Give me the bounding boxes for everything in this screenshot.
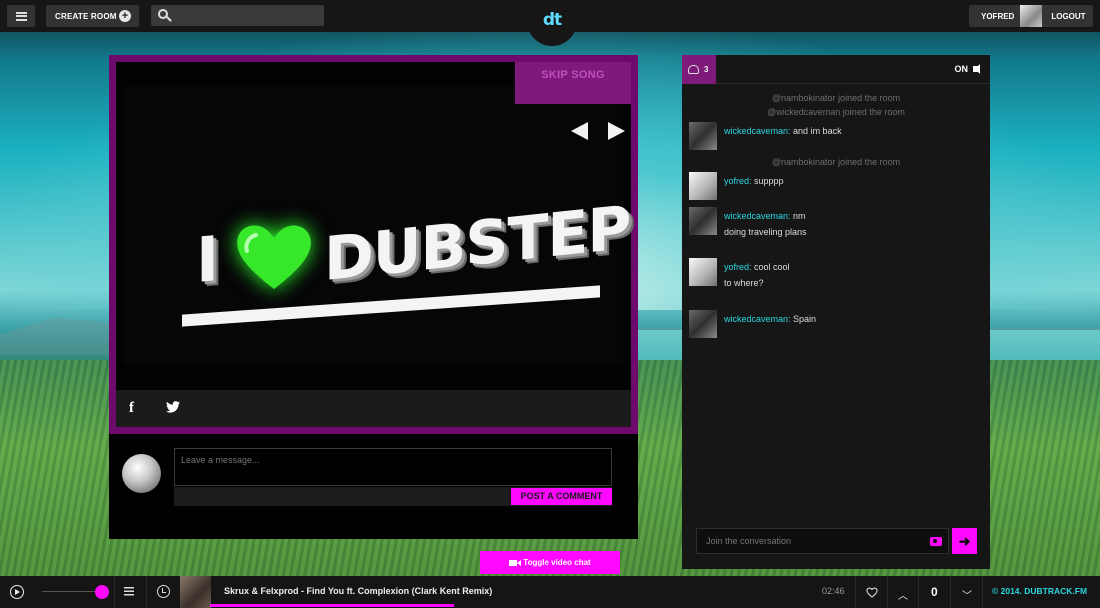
bottom-player-bar: Skrux & Felxprod - Find You ft. Complexi… [0,576,1100,608]
divider [950,576,951,608]
system-message: @nambokinator joined the room [771,93,901,103]
history-icon[interactable] [157,585,170,598]
video-text-i: I [196,221,220,298]
logo-text: dt [542,10,562,30]
green-heart-icon [237,225,311,289]
hamburger-icon [15,11,27,21]
users-icon [688,65,699,74]
chat-avatar[interactable] [689,172,717,200]
speaker-icon [973,64,980,74]
chat-panel: 3 ON @nambokinator joined the room @wick… [682,55,990,569]
search-box[interactable] [151,5,324,26]
copyright-text[interactable]: © 2014. DUBTRACK.FM [992,586,1087,596]
play-icon[interactable] [10,585,24,599]
chat-text: Spain [793,314,817,324]
arrow-right-icon: ➜ [958,532,971,549]
chat-text: doing traveling plans [724,227,807,237]
user-avatar[interactable] [1020,5,1043,27]
system-message: @nambokinator joined the room [771,157,901,167]
send-button[interactable]: ➜ [952,528,977,554]
video-text-dubstep: DUBSTEP [324,192,631,296]
plus-icon: + [119,10,131,22]
create-room-label: CREATE ROOM [55,11,117,21]
chat-avatar[interactable] [689,122,717,150]
chat-text: supppp [754,176,784,186]
logout-link[interactable]: LOGOUT [1051,12,1085,21]
top-bar: CREATE ROOM + dt YOFRED LOGOUT [0,0,1100,46]
chat-username[interactable]: wickedcaveman: [724,314,791,324]
video-camera-icon [509,559,522,566]
now-playing-title: Skrux & Felxprod - Find You ft. Complexi… [224,586,493,596]
create-room-button[interactable]: CREATE ROOM + [46,5,139,27]
chat-text: nm [793,211,806,221]
toggle-video-chat-button[interactable]: Toggle video chat [480,551,620,574]
divider [982,576,983,608]
chevron-down-icon[interactable]: ﹀ [962,587,972,602]
user-menu: YOFRED LOGOUT [969,5,1093,27]
chevron-up-icon[interactable]: ︿ [898,587,908,602]
chat-message: wickedcaveman: Spain [689,310,979,342]
next-arrow-icon[interactable] [608,122,625,140]
volume-slider-track[interactable] [42,591,102,592]
chat-username[interactable]: yofred: [724,176,752,186]
video-frame: I DUBSTEP [124,86,630,365]
menu-button[interactable] [7,5,35,27]
search-input[interactable] [175,5,320,26]
chat-sound-toggle[interactable]: ON [954,64,980,74]
chat-input[interactable] [696,528,949,554]
chat-username[interactable]: wickedcaveman: [724,211,791,221]
player-panel: I DUBSTEP SKIP SONG f [109,55,638,434]
chat-username[interactable]: yofred: [724,262,752,272]
divider [855,576,856,608]
comment-textarea[interactable] [174,448,612,486]
chat-avatar[interactable] [689,310,717,338]
chat-username[interactable]: wickedcaveman: [724,126,791,136]
chat-message: yofred: supppp [689,172,979,204]
chat-avatar[interactable] [689,207,717,235]
divider [146,576,147,608]
camera-icon[interactable] [930,537,942,546]
facebook-icon[interactable]: f [129,400,134,417]
queue-list-icon[interactable] [124,587,134,596]
track-thumbnail [180,576,211,608]
share-bar: f [116,390,631,427]
sound-toggle-label: ON [954,64,969,74]
chat-input-area: ➜ [696,528,977,554]
video-underline [182,285,600,327]
chat-header: 3 ON [682,55,990,84]
post-comment-button[interactable]: POST A COMMENT [511,488,612,505]
previous-arrow-icon[interactable] [571,122,588,140]
comment-section: POST A COMMENT [109,434,638,539]
room-users-tab[interactable]: 3 [682,55,716,84]
twitter-icon[interactable] [166,401,180,413]
comment-avatar [122,454,161,493]
track-time: 02:46 [822,586,845,596]
chat-text: and im back [793,126,842,136]
heart-icon[interactable] [866,587,878,598]
username-link[interactable]: YOFRED [981,12,1014,21]
system-message: @wickedcaveman joined the room [767,107,905,117]
chat-avatar[interactable] [689,258,717,286]
users-count: 3 [704,65,709,74]
search-icon [158,9,168,19]
video-player[interactable]: I DUBSTEP SKIP SONG [116,62,631,390]
toggle-video-chat-label: Toggle video chat [523,558,591,567]
volume-slider-knob[interactable] [95,585,109,599]
chat-message: yofred: cool cool to where? [689,258,979,290]
chat-message: wickedcaveman: nm doing traveling plans [689,207,979,239]
chat-text: cool cool [754,262,790,272]
divider [918,576,919,608]
track-progress-bar [210,604,454,607]
skip-song-button[interactable]: SKIP SONG [515,62,631,104]
chat-message: wickedcaveman: and im back [689,122,979,154]
divider [887,576,888,608]
vote-count: 0 [931,585,938,599]
chat-text: to where? [724,278,764,288]
divider [114,576,115,608]
